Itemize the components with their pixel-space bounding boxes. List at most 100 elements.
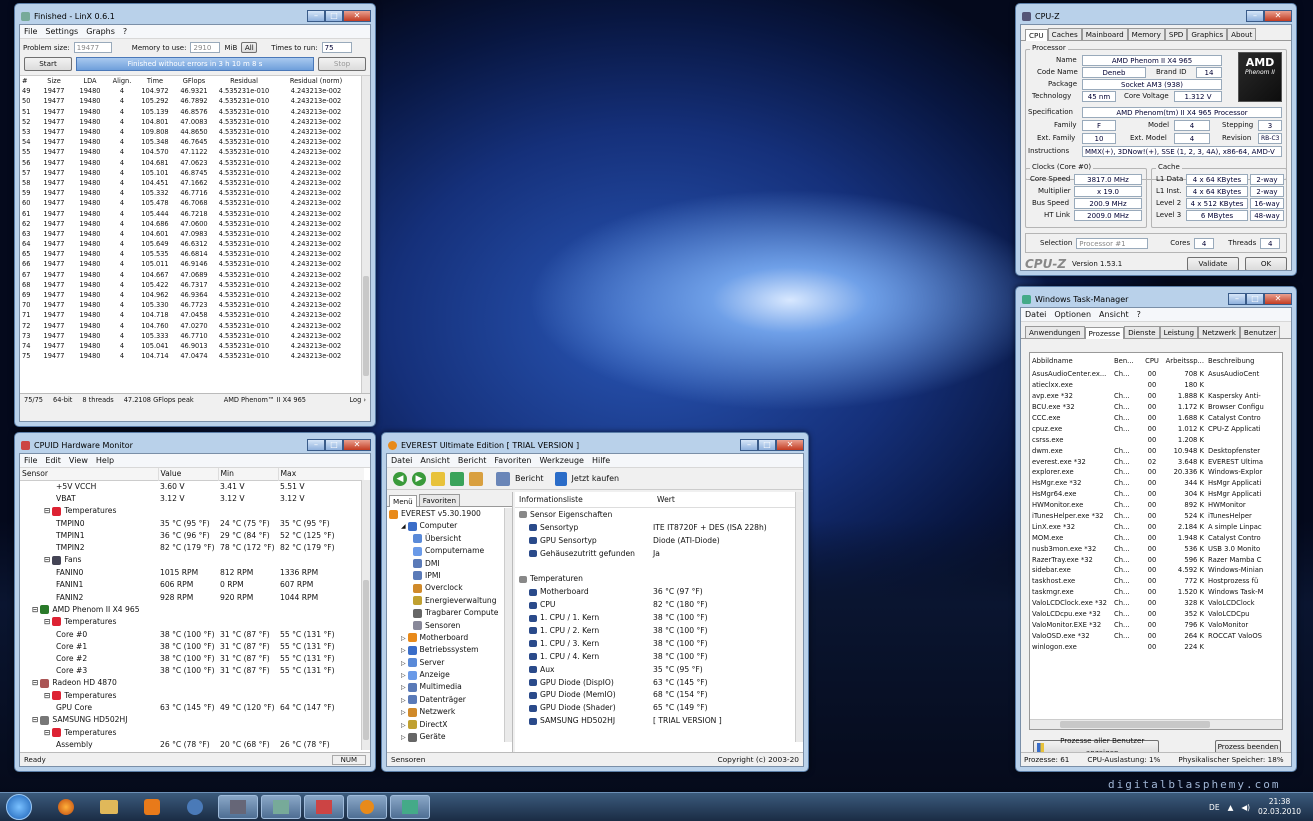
sensor-row[interactable]: Core #0 38 °C (100 °F) 31 °C (87 °F) 55 °C … [20, 628, 364, 640]
processor-select[interactable]: Processor #1 [1076, 237, 1149, 249]
users-icon[interactable] [469, 471, 483, 486]
sensor-row[interactable]: Assembly 26 °C (78 °F) 20 °C (68 °F) 26 °C … [20, 739, 364, 751]
tab-prozesse[interactable]: Prozesse [1084, 327, 1125, 339]
process-row[interactable]: iTunesHelper.exe *32 Ch... 00 524 K iTunesHe… [1030, 511, 1282, 522]
process-row[interactable]: avp.exe *32 Ch... 00 1.888 K Kaspersky Anti- [1030, 391, 1282, 402]
tree-item[interactable]: ▷ Multimedia [389, 682, 510, 694]
sensor-row[interactable]: ⊟ AMD Phenom II X4 965 [20, 603, 364, 615]
table-row[interactable]: 61 19477 19480 4 105.444 46.7218 4.535231e-010… [20, 208, 358, 218]
tree-item[interactable]: IPMI [389, 571, 510, 583]
process-row[interactable]: HsMgr.exe *32 Ch... 00 344 K HsMgr Applicati [1030, 478, 1282, 489]
process-row[interactable]: ValoLCDClock.exe *32 Ch... 00 328 K ValoLCDC… [1030, 598, 1282, 609]
col-min[interactable]: Min [217, 468, 278, 481]
col-cpu[interactable]: CPU [1142, 353, 1162, 369]
col-gflops[interactable]: GFlops [174, 76, 214, 86]
menu-ansicht[interactable]: Ansicht [420, 456, 450, 465]
info-row[interactable]: GPU Sensortyp Diode (ATI-Diode) [515, 534, 785, 547]
linx-titlebar[interactable]: Finished - LinX 0.6.1 – □ ✕ [19, 8, 371, 24]
menu-datei[interactable]: Datei [391, 456, 412, 465]
tree-item[interactable]: ▷ Server [389, 658, 510, 670]
tree-item[interactable]: Computername [389, 546, 510, 558]
table-row[interactable]: 74 19477 19480 4 105.041 46.9013 4.535231e-010… [20, 341, 358, 351]
content-scrollbar[interactable] [795, 492, 803, 742]
process-list[interactable]: Abbildname Ben... CPU Arbeitssp... Besch… [1029, 352, 1283, 730]
up-icon[interactable] [431, 471, 445, 486]
process-row[interactable]: csrss.exe 00 1.208 K [1030, 434, 1282, 445]
start-button[interactable]: Start [24, 57, 72, 71]
col-value[interactable]: Wert [657, 495, 675, 504]
col-info-list[interactable]: Informationsliste [519, 495, 657, 504]
sensor-scrollbar[interactable] [361, 480, 370, 750]
process-row[interactable]: explorer.exe Ch... 00 20.336 K Windows-Explo… [1030, 467, 1282, 478]
info-row[interactable]: Sensortyp ITE IT8720F + DES (ISA 228h) [515, 521, 785, 534]
sensor-row[interactable]: ⊟ Temperatures [20, 616, 364, 628]
col-num[interactable]: # [20, 76, 36, 86]
sensor-row[interactable]: Core #2 38 °C (100 °F) 31 °C (87 °F) 55 °C … [20, 652, 364, 664]
table-row[interactable]: 72 19477 19480 4 104.760 47.0270 4.535231e-010… [20, 321, 358, 331]
process-row[interactable]: HWMonitor.exe Ch... 00 892 K HWMonitor [1030, 500, 1282, 511]
col-user[interactable]: Ben... [1112, 353, 1142, 369]
tree-item[interactable]: ▷ Anzeige [389, 670, 510, 682]
tab-menu[interactable]: Menü [389, 495, 417, 507]
volume-icon[interactable]: ◀) [1241, 803, 1250, 812]
expand-arrow-icon[interactable]: ◢ [401, 523, 408, 530]
sensor-row[interactable]: +5V VCCH 3.60 V 3.41 V 5.51 V [20, 480, 364, 492]
minimize-button[interactable]: – [307, 439, 325, 451]
ok-button[interactable]: OK [1245, 257, 1287, 270]
tab-caches[interactable]: Caches [1047, 28, 1082, 40]
info-row[interactable]: Sensor Eigenschaften [515, 508, 785, 521]
table-row[interactable]: 60 19477 19480 4 105.478 46.7068 4.535231e-010… [20, 198, 358, 208]
tab-graphics[interactable]: Graphics [1187, 28, 1228, 40]
info-row[interactable] [515, 560, 785, 573]
sensor-row[interactable]: VBAT 3.12 V 3.12 V 3.12 V [20, 493, 364, 505]
nav-tree[interactable]: EVEREST v5.30.1900 ◢ Computer Übersicht Com… [387, 507, 512, 746]
results-list[interactable]: # Size LDA Align. Time GFlops Residual R… [20, 75, 370, 393]
tab-favoriten[interactable]: Favoriten [418, 494, 461, 506]
collapse-toggle-icon[interactable]: ⊟ [44, 728, 50, 737]
tree-item[interactable]: ▷ Betriebssystem [389, 645, 510, 657]
table-row[interactable]: 52 19477 19480 4 104.801 47.0083 4.535231e-010… [20, 117, 358, 127]
col-sensor[interactable]: Sensor [20, 468, 158, 480]
sensor-row[interactable]: FANIN1 606 RPM 0 RPM 607 RPM [20, 579, 364, 591]
table-row[interactable]: 50 19477 19480 4 105.292 46.7892 4.535231e-010… [20, 96, 358, 106]
tree-item[interactable]: ▷ Motherboard [389, 633, 510, 645]
expand-arrow-icon[interactable]: ▷ [401, 684, 408, 691]
menu-settings[interactable]: Settings [45, 27, 78, 36]
expand-arrow-icon[interactable]: ▷ [401, 660, 408, 667]
col-residual[interactable]: Residual [214, 76, 274, 86]
menu-bericht[interactable]: Bericht [458, 456, 487, 465]
process-row[interactable]: sidebar.exe Ch... 00 4.592 K Windows-Minian [1030, 565, 1282, 576]
itunes-taskbar-icon[interactable] [175, 795, 215, 819]
info-row[interactable]: CPU 82 °C (180 °F) [515, 598, 785, 611]
info-row[interactable]: Motherboard 36 °C (97 °F) [515, 585, 785, 598]
info-row[interactable]: 1. CPU / 2. Kern 38 °C (100 °F) [515, 624, 785, 637]
close-button[interactable]: ✕ [776, 439, 804, 451]
process-row[interactable]: MOM.exe Ch... 00 1.948 K Catalyst Contro [1030, 532, 1282, 543]
menu-favoriten[interactable]: Favoriten [494, 456, 531, 465]
buy-icon[interactable] [554, 471, 567, 486]
col-time[interactable]: Time [136, 76, 174, 86]
sensor-row[interactable]: ⊟ Fans [20, 554, 364, 566]
table-row[interactable]: 59 19477 19480 4 105.332 46.7716 4.535231e-010… [20, 188, 358, 198]
close-button[interactable]: ✕ [1264, 293, 1292, 305]
table-row[interactable]: 66 19477 19480 4 105.011 46.9146 4.535231e-010… [20, 259, 358, 269]
col-working-set[interactable]: Arbeitssp... [1162, 353, 1206, 369]
info-row[interactable]: 1. CPU / 3. Kern 38 °C (100 °F) [515, 637, 785, 650]
menu-optionen[interactable]: Optionen [1054, 310, 1091, 319]
close-button[interactable]: ✕ [343, 439, 371, 451]
process-hscrollbar[interactable] [1030, 719, 1282, 729]
menu-file[interactable]: File [24, 27, 37, 36]
menu-edit[interactable]: Edit [45, 456, 61, 465]
col-align[interactable]: Align. [108, 76, 136, 86]
expand-arrow-icon[interactable]: ▷ [401, 734, 408, 741]
problem-size-input[interactable]: 19477 [73, 42, 112, 53]
back-icon[interactable]: ◀ [393, 471, 407, 486]
scroll-thumb[interactable] [363, 276, 369, 376]
process-row[interactable]: dwm.exe Ch... 00 10.948 K Desktopfenster [1030, 445, 1282, 456]
tab-leistung[interactable]: Leistung [1159, 326, 1199, 338]
tree-item[interactable]: DMI [389, 559, 510, 571]
table-row[interactable]: 71 19477 19480 4 104.718 47.0458 4.535231e-010… [20, 310, 358, 320]
expand-arrow-icon[interactable]: ▷ [401, 722, 408, 729]
tray-expand-icon[interactable]: ▲ [1228, 803, 1234, 812]
tree-item[interactable]: Sensoren [389, 621, 510, 633]
